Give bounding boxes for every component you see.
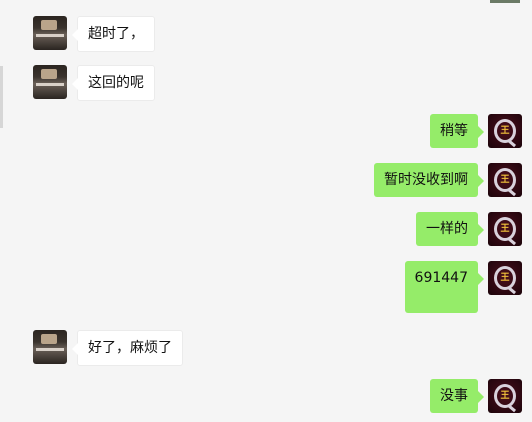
self-avatar[interactable]: 王 xyxy=(488,114,522,148)
contact-avatar[interactable] xyxy=(33,330,67,364)
message-row: 王 没事 xyxy=(430,379,522,413)
message-bubble[interactable]: 一样的 xyxy=(416,212,484,246)
contact-avatar[interactable] xyxy=(33,65,67,99)
scrollbar[interactable] xyxy=(0,66,3,128)
q-logo-icon: 王 xyxy=(494,168,516,192)
message-row: 超时了， xyxy=(33,16,155,52)
message-row: 这回的呢 xyxy=(33,65,155,101)
q-logo-icon: 王 xyxy=(494,119,516,143)
q-logo-icon: 王 xyxy=(494,384,516,408)
self-avatar[interactable]: 王 xyxy=(488,261,522,295)
message-bubble[interactable]: 暂时没收到啊 xyxy=(374,163,484,197)
top-edge-marker xyxy=(490,0,520,3)
q-logo-icon: 王 xyxy=(494,266,516,290)
message-bubble[interactable]: 好了，麻烦了 xyxy=(72,330,183,366)
message-row: 王 一样的 xyxy=(416,212,522,246)
self-avatar[interactable]: 王 xyxy=(488,379,522,413)
message-bubble[interactable]: 稍等 xyxy=(430,114,484,148)
message-row: 王 暂时没收到啊 xyxy=(374,163,522,197)
contact-avatar[interactable] xyxy=(33,16,67,50)
message-bubble[interactable]: 691447 xyxy=(404,261,485,313)
message-row: 王 稍等 xyxy=(430,114,522,148)
message-row: 好了，麻烦了 xyxy=(33,330,183,366)
message-bubble[interactable]: 超时了， xyxy=(72,16,155,52)
q-logo-icon: 王 xyxy=(494,217,516,241)
message-bubble[interactable]: 这回的呢 xyxy=(72,65,155,101)
message-row: 王 691447 xyxy=(404,261,522,313)
message-bubble[interactable]: 没事 xyxy=(430,379,484,413)
self-avatar[interactable]: 王 xyxy=(488,163,522,197)
self-avatar[interactable]: 王 xyxy=(488,212,522,246)
